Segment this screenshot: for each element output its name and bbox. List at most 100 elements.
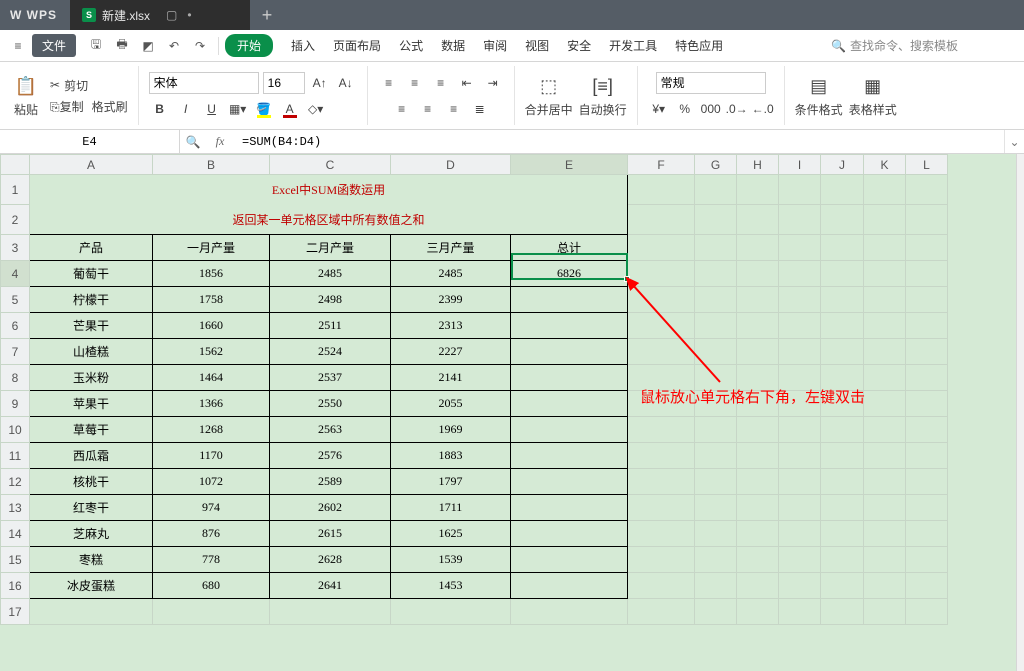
cell-G6[interactable] (695, 313, 737, 339)
cell-H14[interactable] (737, 521, 779, 547)
cell-B5[interactable]: 1758 (153, 287, 270, 313)
cell-E4[interactable]: 6826 (511, 261, 628, 287)
tab-special[interactable]: 特色应用 (675, 37, 723, 54)
cell-A4[interactable]: 葡萄干 (30, 261, 153, 287)
cell-J2[interactable] (821, 205, 864, 235)
font-color-button[interactable]: A (279, 98, 301, 120)
cell-L1[interactable] (906, 175, 948, 205)
cell-E17[interactable] (511, 599, 628, 625)
header-C[interactable]: 二月产量 (270, 235, 391, 261)
cell-I11[interactable] (779, 443, 821, 469)
cell-B15[interactable]: 778 (153, 547, 270, 573)
column-header-F[interactable]: F (628, 155, 695, 175)
row-header-1[interactable]: 1 (1, 175, 30, 205)
cell-L10[interactable] (906, 417, 948, 443)
column-header-L[interactable]: L (906, 155, 948, 175)
cell-K1[interactable] (864, 175, 906, 205)
cell-G15[interactable] (695, 547, 737, 573)
cell-L5[interactable] (906, 287, 948, 313)
header-D[interactable]: 三月产量 (391, 235, 511, 261)
inc-decimal-icon[interactable]: .0→ (726, 98, 748, 120)
cell-C4[interactable]: 2485 (270, 261, 391, 287)
cell-E7[interactable] (511, 339, 628, 365)
cell-H10[interactable] (737, 417, 779, 443)
cell-F15[interactable] (628, 547, 695, 573)
align-top-icon[interactable]: ≡ (378, 72, 400, 94)
tab-security[interactable]: 安全 (567, 37, 591, 54)
cell-C11[interactable]: 2576 (270, 443, 391, 469)
cell-L15[interactable] (906, 547, 948, 573)
cell-G1[interactable] (695, 175, 737, 205)
cell-J5[interactable] (821, 287, 864, 313)
row-header-3[interactable]: 3 (1, 235, 30, 261)
row-header-17[interactable]: 17 (1, 599, 30, 625)
column-header-I[interactable]: I (779, 155, 821, 175)
cell-C9[interactable]: 2550 (270, 391, 391, 417)
cell-G16[interactable] (695, 573, 737, 599)
cell-H1[interactable] (737, 175, 779, 205)
conditional-format-button[interactable]: ▤ 条件格式 (795, 73, 843, 118)
cell-J11[interactable] (821, 443, 864, 469)
cell-A10[interactable]: 草莓干 (30, 417, 153, 443)
cell-I2[interactable] (779, 205, 821, 235)
save-icon[interactable]: 🖫 (84, 34, 108, 58)
cell-L11[interactable] (906, 443, 948, 469)
cell-D6[interactable]: 2313 (391, 313, 511, 339)
new-tab-button[interactable]: + (250, 5, 284, 26)
cell-H4[interactable] (737, 261, 779, 287)
subtitle-cell[interactable]: 返回某一单元格区域中所有数值之和 (30, 205, 628, 235)
cell-D11[interactable]: 1883 (391, 443, 511, 469)
cell-F14[interactable] (628, 521, 695, 547)
align-left-icon[interactable]: ≡ (391, 98, 413, 120)
formula-zoom-icon[interactable]: 🔍 (180, 135, 206, 149)
cut-button[interactable]: ✂剪切 (50, 77, 128, 94)
title-cell[interactable]: Excel中SUM函数运用 (30, 175, 628, 205)
tab-data[interactable]: 数据 (441, 37, 465, 54)
cell-I14[interactable] (779, 521, 821, 547)
cell-L16[interactable] (906, 573, 948, 599)
column-header-C[interactable]: C (270, 155, 391, 175)
cell-K17[interactable] (864, 599, 906, 625)
fx-icon[interactable]: fx (206, 134, 234, 149)
cell-E6[interactable] (511, 313, 628, 339)
cell-C12[interactable]: 2589 (270, 469, 391, 495)
cell-H3[interactable] (737, 235, 779, 261)
cell-A9[interactable]: 苹果干 (30, 391, 153, 417)
column-header-D[interactable]: D (391, 155, 511, 175)
tab-formulas[interactable]: 公式 (399, 37, 423, 54)
cell-K7[interactable] (864, 339, 906, 365)
header-E[interactable]: 总计 (511, 235, 628, 261)
cell-B6[interactable]: 1660 (153, 313, 270, 339)
cell-D13[interactable]: 1711 (391, 495, 511, 521)
cell-J3[interactable] (821, 235, 864, 261)
fill-color-button[interactable]: 🪣 (253, 98, 275, 120)
cell-K5[interactable] (864, 287, 906, 313)
cell-C16[interactable]: 2641 (270, 573, 391, 599)
cell-C14[interactable]: 2615 (270, 521, 391, 547)
cell-B17[interactable] (153, 599, 270, 625)
cell-K11[interactable] (864, 443, 906, 469)
cell-G12[interactable] (695, 469, 737, 495)
row-header-16[interactable]: 16 (1, 573, 30, 599)
currency-icon[interactable]: ¥▾ (648, 98, 670, 120)
cell-B4[interactable]: 1856 (153, 261, 270, 287)
cell-K10[interactable] (864, 417, 906, 443)
cell-G3[interactable] (695, 235, 737, 261)
cell-J6[interactable] (821, 313, 864, 339)
font-name-combo[interactable] (149, 72, 259, 94)
cell-J1[interactable] (821, 175, 864, 205)
underline-button[interactable]: U (201, 98, 223, 120)
cell-J15[interactable] (821, 547, 864, 573)
align-middle-icon[interactable]: ≡ (404, 72, 426, 94)
cell-J12[interactable] (821, 469, 864, 495)
font-size-combo[interactable] (263, 72, 305, 94)
cell-F13[interactable] (628, 495, 695, 521)
column-header-H[interactable]: H (737, 155, 779, 175)
undo-icon[interactable]: ↶ (162, 34, 186, 58)
cell-J17[interactable] (821, 599, 864, 625)
cell-L4[interactable] (906, 261, 948, 287)
cell-B11[interactable]: 1170 (153, 443, 270, 469)
number-format-combo[interactable] (656, 72, 766, 94)
column-header-B[interactable]: B (153, 155, 270, 175)
wrap-text-button[interactable]: [≡] 自动换行 (579, 73, 627, 118)
